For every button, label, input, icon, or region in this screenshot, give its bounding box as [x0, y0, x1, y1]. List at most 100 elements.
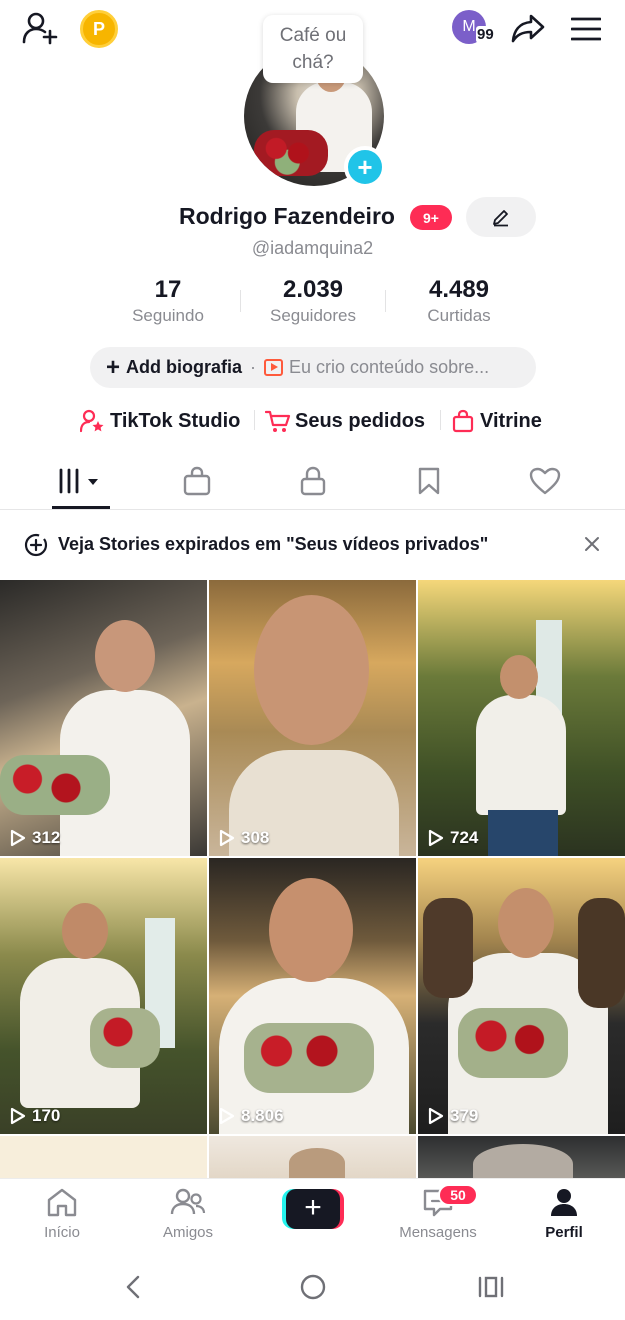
home-icon	[47, 1188, 77, 1217]
expired-stories-banner[interactable]: Veja Stories expirados em "Seus vídeos p…	[0, 520, 625, 570]
thumbnail-jeans	[488, 810, 558, 856]
video-icon	[264, 359, 284, 376]
create-plus: +	[286, 1189, 340, 1229]
notification-badge[interactable]: 9+	[410, 205, 452, 230]
play-icon	[219, 1107, 235, 1125]
note-line-1: Café ou	[279, 25, 347, 46]
profile-name: Rodrigo Fazendeiro	[179, 203, 395, 229]
video-tile[interactable]: 312	[0, 580, 207, 856]
video-tile[interactable]	[0, 1136, 207, 1180]
friends-icon	[170, 1188, 206, 1215]
bio-separator: ·	[250, 357, 257, 377]
profile-icon	[551, 1189, 577, 1216]
tiktok-studio-link[interactable]: TikTok Studio	[80, 406, 240, 436]
view-count-value: 312	[32, 828, 61, 847]
quick-link-label: TikTok Studio	[110, 409, 241, 432]
story-plus-icon	[24, 533, 48, 557]
home-circle-icon[interactable]	[298, 1272, 328, 1302]
name-row: Rodrigo Fazendeiro 9+	[0, 197, 625, 237]
view-count: 308	[219, 828, 269, 848]
video-tile[interactable]: 170	[0, 858, 207, 1134]
pencil-icon	[493, 210, 508, 227]
account-switch-badge[interactable]: M 99	[452, 10, 500, 50]
menu-icon[interactable]	[566, 12, 606, 46]
view-count-value: 170	[32, 1106, 61, 1125]
play-icon	[428, 829, 444, 847]
nav-label: Amigos	[162, 1224, 214, 1241]
orders-link[interactable]: Seus pedidos	[265, 406, 425, 436]
video-tile[interactable]	[209, 1136, 416, 1180]
edit-profile-button[interactable]	[466, 197, 536, 237]
showcase-link[interactable]: Vitrine	[452, 406, 542, 436]
thumbnail-roses	[244, 1023, 374, 1093]
video-tile[interactable]: 724	[418, 580, 625, 856]
stat-label: Seguindo	[132, 306, 204, 325]
view-count: 379	[428, 1106, 478, 1126]
stat-followers[interactable]: 2.039 Seguidores	[253, 276, 373, 328]
view-count: 8.806	[219, 1106, 284, 1126]
view-count-value: 8.806	[241, 1106, 284, 1125]
view-count-value: 308	[241, 828, 270, 847]
play-icon	[219, 829, 235, 847]
person-star-icon	[80, 409, 104, 433]
stat-divider	[240, 290, 241, 312]
thumbnail-hat	[289, 1148, 345, 1178]
quick-link-label: Seus pedidos	[295, 409, 426, 432]
thumbnail-figure	[476, 695, 566, 815]
add-bio-button[interactable]: + Add biografia · Eu crio conteúdo sobre…	[90, 347, 536, 388]
messages-badge: 50	[438, 1184, 478, 1206]
thumbnail-face	[254, 595, 369, 745]
add-story-button[interactable]: +	[344, 146, 386, 188]
nav-profile[interactable]: Perfil	[514, 1187, 614, 1241]
bio-placeholder: Eu crio conteúdo sobre...	[289, 357, 490, 377]
tab-saved[interactable]	[388, 452, 470, 510]
thumbnail-roses	[90, 1008, 160, 1068]
thumbnail-face	[62, 903, 108, 959]
video-tile[interactable]: 8.806	[209, 858, 416, 1134]
recent-apps-icon[interactable]	[476, 1272, 506, 1302]
grid-bars-icon	[59, 468, 98, 494]
share-icon[interactable]	[508, 10, 548, 46]
bookmark-icon	[418, 467, 440, 495]
cart-icon	[265, 410, 291, 432]
add-friend-icon[interactable]	[20, 10, 60, 46]
view-count-value: 724	[450, 828, 479, 847]
stat-value: 4.489	[428, 276, 490, 303]
bottom-navigation: Início Amigos + Mensagens Perfil	[0, 1178, 625, 1254]
video-tile[interactable]: 379	[418, 858, 625, 1134]
video-tile[interactable]	[418, 1136, 625, 1180]
note-bubble[interactable]: Café ou chá?	[263, 15, 363, 83]
stat-following[interactable]: 17 Seguindo	[113, 276, 223, 328]
nav-home[interactable]: Início	[12, 1187, 112, 1241]
close-icon[interactable]	[580, 532, 604, 556]
nav-friends[interactable]: Amigos	[138, 1187, 238, 1241]
thumbnail-roses	[0, 755, 110, 815]
stat-likes[interactable]: 4.489 Curtidas	[404, 276, 514, 328]
tab-liked[interactable]	[504, 452, 586, 510]
thumbnail-figure-right	[578, 898, 625, 1008]
stat-value: 2.039	[282, 276, 344, 303]
view-count-value: 379	[450, 1106, 479, 1125]
tab-videos[interactable]	[40, 452, 122, 510]
create-button[interactable]: +	[282, 1189, 344, 1229]
shopping-bag-icon	[452, 409, 474, 433]
tab-private[interactable]	[272, 452, 354, 510]
video-tile[interactable]: 308	[209, 580, 416, 856]
add-bio-label: Add biografia	[126, 357, 243, 377]
points-letter: P	[92, 18, 105, 39]
active-tab-indicator	[52, 506, 110, 509]
note-line-2: chá?	[292, 52, 334, 73]
thumbnail-face	[498, 888, 554, 958]
thumbnail-roses	[458, 1008, 568, 1078]
points-coin-icon[interactable]: P	[80, 10, 118, 48]
stat-label: Seguidores	[269, 306, 356, 325]
shopping-bag-icon	[183, 466, 211, 496]
thumbnail-figure-left	[423, 898, 473, 998]
plus-icon: +	[106, 353, 121, 381]
avatar-roses	[254, 130, 328, 176]
play-icon	[10, 829, 26, 847]
quick-link-divider	[254, 410, 255, 430]
view-count: 312	[10, 828, 60, 848]
back-icon[interactable]	[118, 1272, 148, 1302]
tab-shop[interactable]	[156, 452, 238, 510]
